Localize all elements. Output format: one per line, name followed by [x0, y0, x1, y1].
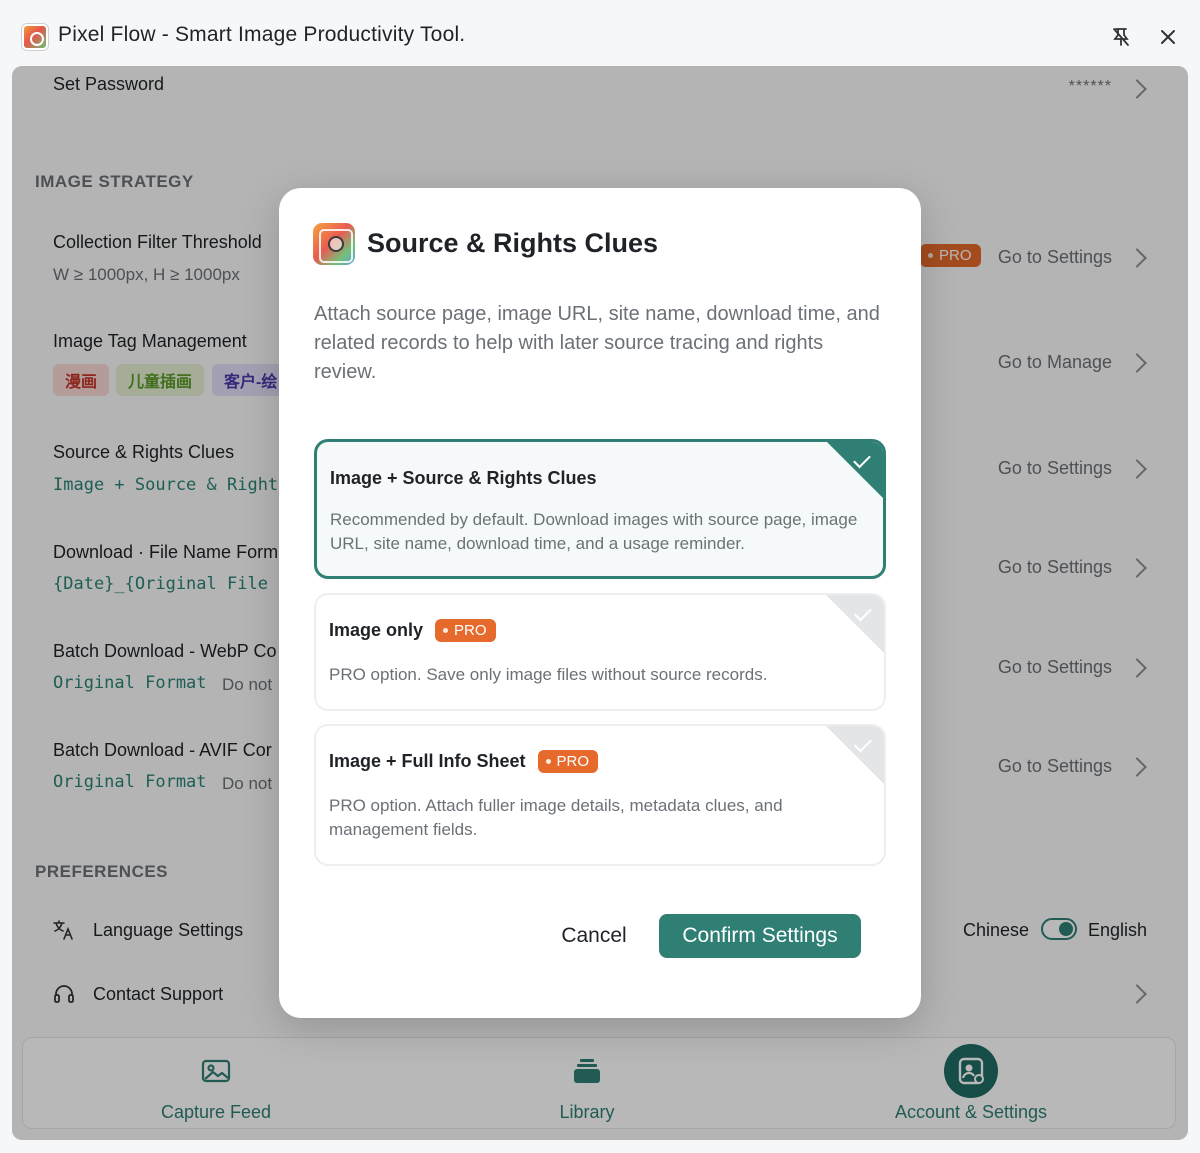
option-description: PRO option. Attach fuller image details,… [329, 796, 783, 839]
app-logo-icon [22, 24, 48, 50]
option-title: Image only PRO [329, 619, 496, 642]
option-description: Recommended by default. Download images … [330, 510, 858, 553]
option-title: Image + Source & Rights Clues [330, 468, 597, 488]
unselected-corner [824, 726, 884, 786]
dialog-description: Attach source page, image URL, site name… [314, 303, 880, 383]
unpin-icon[interactable] [1108, 24, 1134, 50]
option-full-info-sheet[interactable]: Image + Full Info Sheet PRO PRO option. … [314, 724, 886, 866]
cancel-button[interactable]: Cancel [539, 914, 649, 958]
close-icon[interactable] [1155, 24, 1181, 50]
confirm-settings-button[interactable]: Confirm Settings [659, 914, 861, 958]
option-image-source-rights[interactable]: Image + Source & Rights Clues Recommende… [314, 439, 886, 579]
pro-badge: PRO [537, 750, 599, 773]
pro-badge: PRO [435, 619, 496, 642]
dialog-title: Source & Rights Clues [367, 228, 659, 258]
title-bar: Pixel Flow - Smart Image Productivity To… [0, 0, 1200, 66]
selected-corner [824, 442, 883, 501]
app-logo-icon [313, 223, 355, 265]
option-image-only[interactable]: Image only PRO PRO option. Save only ima… [314, 593, 886, 711]
option-title: Image + Full Info Sheet PRO [329, 750, 599, 773]
option-description: PRO option. Save only image files withou… [329, 665, 768, 684]
window-title: Pixel Flow - Smart Image Productivity To… [58, 23, 466, 46]
unselected-corner [824, 595, 884, 655]
source-rights-dialog: Source & Rights Clues Attach source page… [279, 188, 921, 1018]
